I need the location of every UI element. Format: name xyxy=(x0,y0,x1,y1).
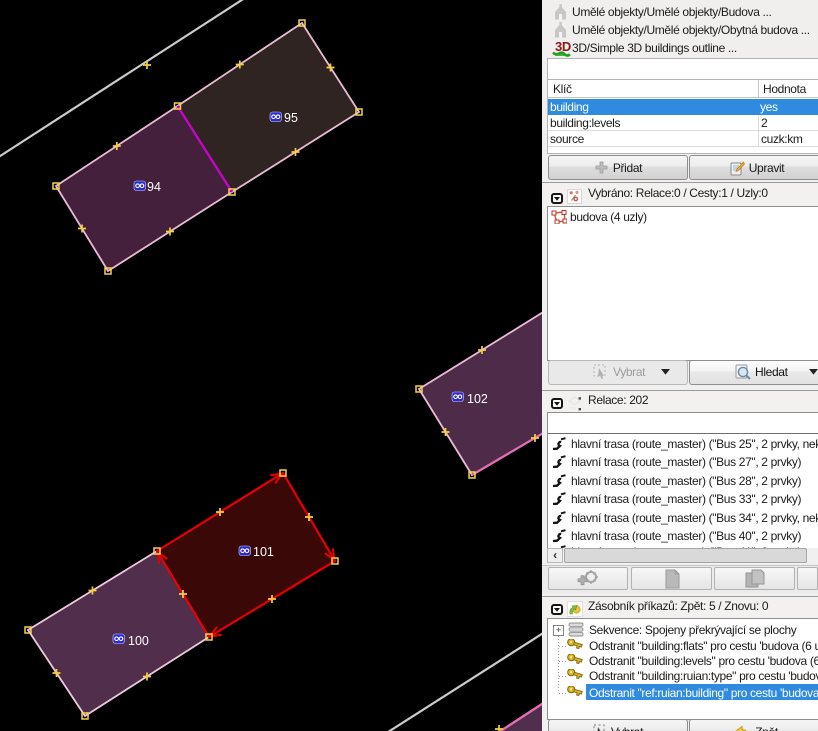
svg-text:101: 101 xyxy=(253,545,274,559)
svg-text:102: 102 xyxy=(467,392,488,406)
svg-text:94: 94 xyxy=(147,180,161,194)
svg-text:100: 100 xyxy=(128,634,149,648)
svg-text:95: 95 xyxy=(284,111,298,125)
